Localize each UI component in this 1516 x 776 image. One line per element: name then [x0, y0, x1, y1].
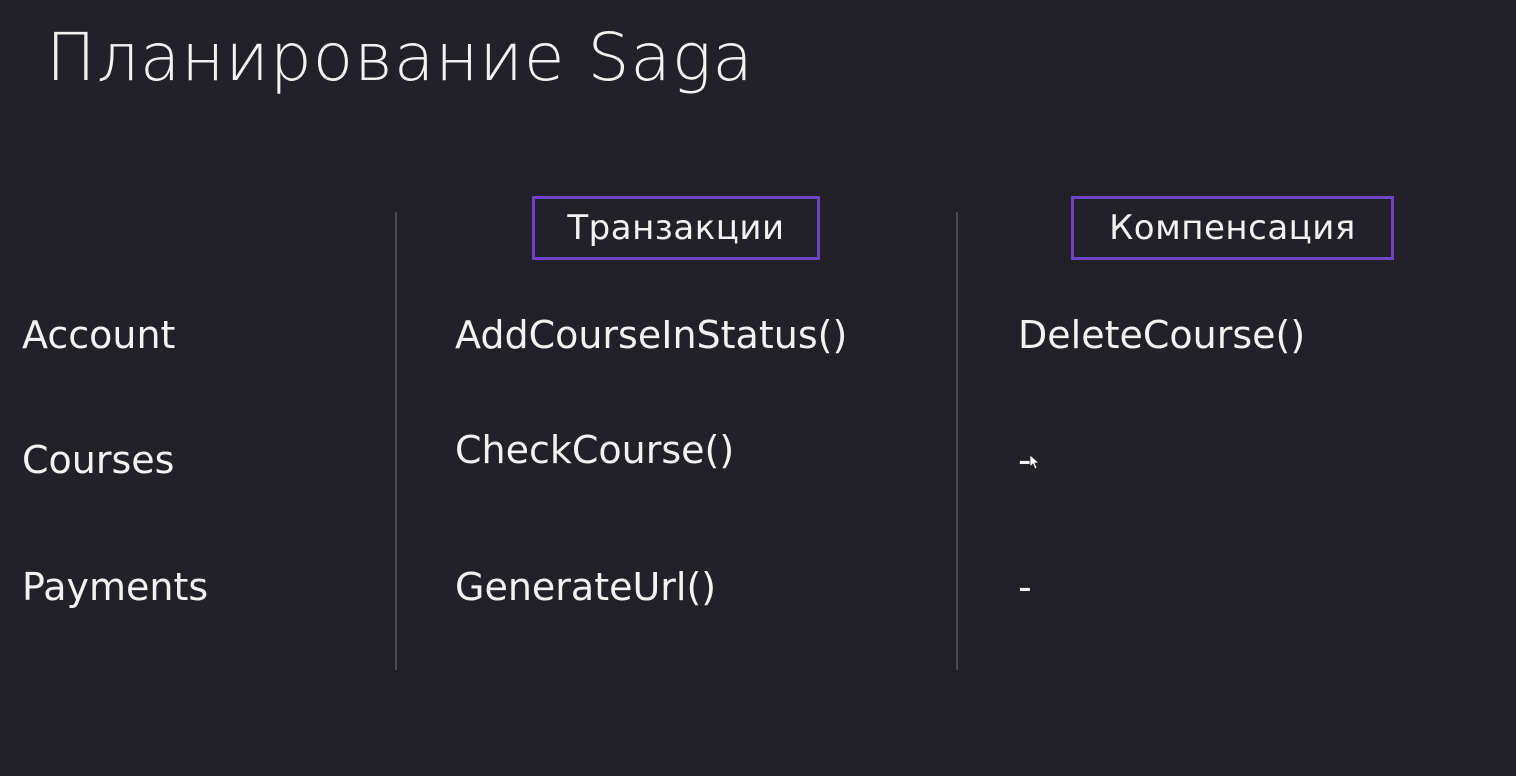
service-label-payments: Payments — [22, 565, 209, 609]
compensation-cell-payments: - — [1018, 565, 1032, 609]
service-label-account: Account — [22, 313, 176, 357]
slide: Планирование Saga Транзакции Компенсация… — [0, 0, 1516, 776]
mouse-pointer-icon — [1029, 454, 1039, 470]
header-compensation: Компенсация — [1071, 196, 1394, 260]
header-compensation-label: Компенсация — [1109, 208, 1356, 248]
transaction-cell-courses: CheckCourse() — [455, 428, 735, 472]
header-transactions: Транзакции — [532, 196, 820, 260]
column-divider-right — [956, 212, 958, 670]
transaction-cell-payments: GenerateUrl() — [455, 565, 717, 609]
service-label-courses: Courses — [22, 438, 175, 482]
compensation-cell-account: DeleteCourse() — [1018, 313, 1306, 357]
header-transactions-label: Транзакции — [567, 208, 785, 248]
column-divider-left — [395, 212, 397, 670]
slide-title: Планирование Saga — [46, 19, 754, 96]
transaction-cell-account: AddCourseInStatus() — [455, 313, 848, 357]
